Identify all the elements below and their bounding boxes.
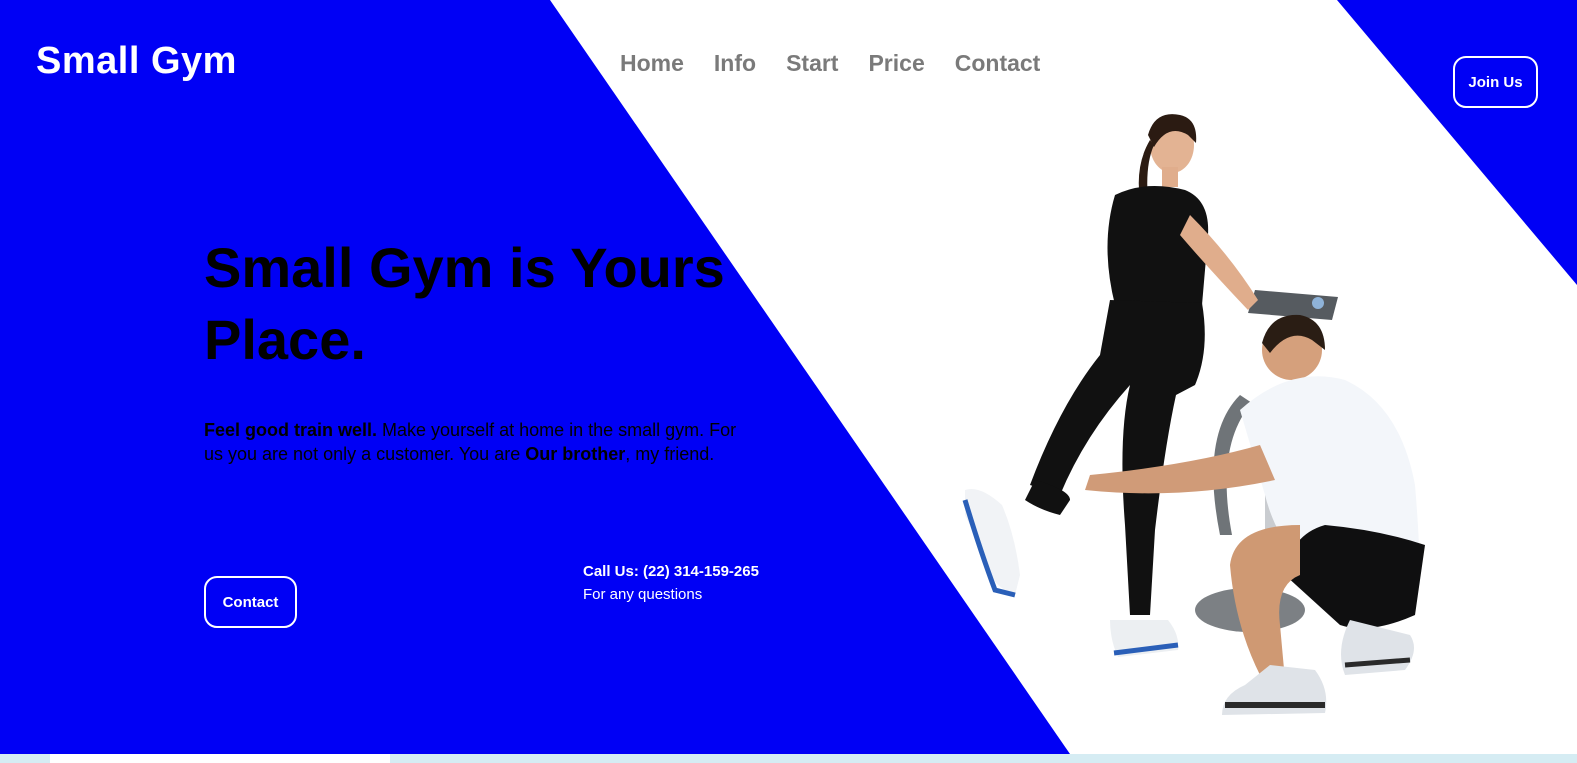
browser-bottom-strip — [0, 754, 1577, 763]
headline-line-1: Small Gym is Yours — [204, 236, 725, 299]
nav-info[interactable]: Info — [714, 50, 756, 77]
call-info: Call Us: (22) 314-159-265 For any questi… — [583, 563, 759, 603]
contact-button[interactable]: Contact — [204, 576, 297, 628]
hero-photo — [962, 114, 1425, 715]
call-subtext: For any questions — [583, 586, 703, 603]
brand-logo[interactable]: Small Gym — [36, 40, 237, 83]
nav-home[interactable]: Home — [620, 50, 684, 77]
nav-start[interactable]: Start — [786, 50, 838, 77]
woman-figure — [962, 114, 1258, 657]
headline-line-2: Place. — [204, 308, 366, 371]
intro-bold-tagline: Feel good train well. — [204, 420, 378, 440]
page: Small Gym Home Info Start Price Contact … — [0, 0, 1577, 763]
intro-text-2: , my friend. — [625, 444, 715, 464]
hero-headline: Small Gym is Yours Place. — [204, 232, 764, 376]
bottom-strip-tab — [50, 754, 390, 763]
join-us-button[interactable]: Join Us — [1453, 56, 1538, 108]
nav-price[interactable]: Price — [868, 50, 924, 77]
nav-contact[interactable]: Contact — [955, 50, 1041, 77]
main-nav: Home Info Start Price Contact — [620, 50, 1040, 77]
hero-intro: Feel good train well. Make yourself at h… — [204, 418, 744, 466]
intro-bold-brother: Our brother — [525, 444, 626, 464]
call-phone[interactable]: Call Us: (22) 314-159-265 — [583, 563, 759, 580]
